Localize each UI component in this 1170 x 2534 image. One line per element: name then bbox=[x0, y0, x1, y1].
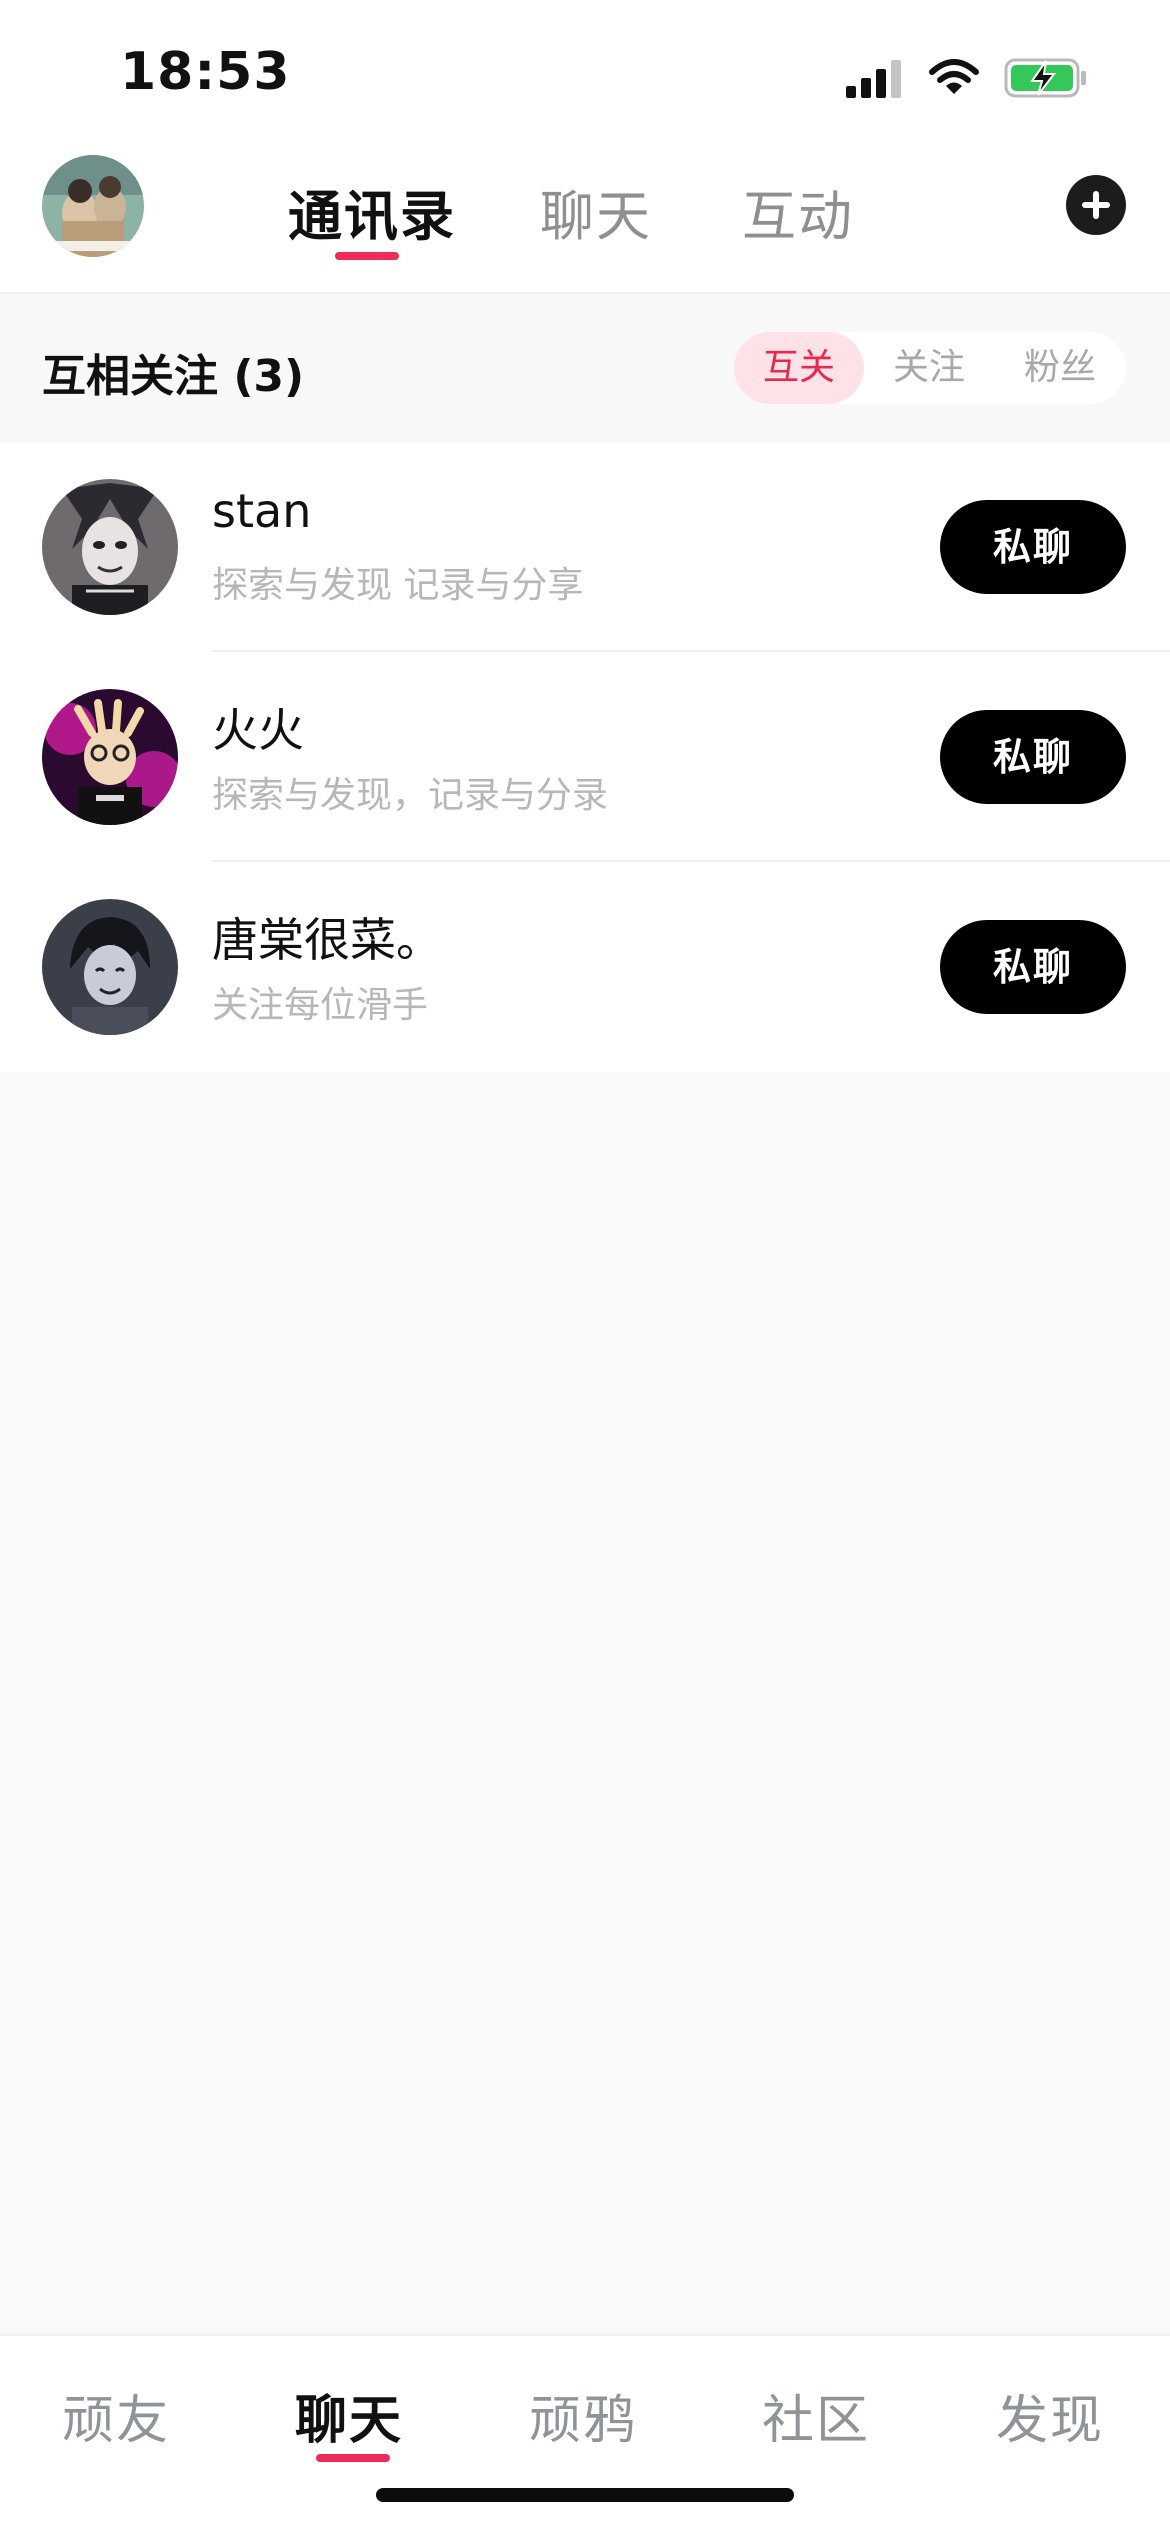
add-button[interactable] bbox=[1066, 175, 1126, 235]
status-time: 18:53 bbox=[120, 42, 291, 102]
nav-graffiti[interactable]: 顽鸦 bbox=[493, 2378, 673, 2453]
tab-contacts[interactable]: 通讯录 bbox=[288, 172, 456, 251]
contact-list: stan 探索与发现 记录与分享 私聊 火火 探索与发现，记录与分录 私聊 唐棠… bbox=[0, 442, 1170, 1072]
nav-chat[interactable]: 聊天 bbox=[259, 2378, 439, 2453]
contact-bio: 探索与发现 记录与分享 bbox=[212, 565, 584, 606]
nav-friends[interactable]: 顽友 bbox=[26, 2378, 206, 2453]
wifi-icon bbox=[929, 59, 979, 94]
segment-following[interactable]: 关注 bbox=[864, 332, 994, 404]
contact-name: 唐棠很菜。 bbox=[212, 913, 442, 967]
tab-chat[interactable]: 聊天 bbox=[540, 172, 652, 251]
my-avatar[interactable] bbox=[42, 155, 144, 257]
nav-community[interactable]: 社区 bbox=[726, 2378, 906, 2453]
contact-bio: 关注每位滑手 bbox=[212, 985, 429, 1026]
filter-segmented-control: 互关 关注 粉丝 bbox=[734, 332, 1126, 404]
filter-row: 互相关注 (3) 互关 关注 粉丝 bbox=[0, 294, 1170, 442]
cellular-signal-icon bbox=[846, 60, 901, 98]
private-chat-button[interactable]: 私聊 bbox=[940, 920, 1126, 1014]
status-bar: 18:53 bbox=[0, 0, 1170, 150]
nav-active-indicator bbox=[316, 2454, 390, 2462]
bottom-tab-bar: 顽友 聊天 顽鸦 社区 发现 bbox=[0, 2334, 1170, 2534]
segment-followers[interactable]: 粉丝 bbox=[994, 332, 1126, 404]
private-chat-button[interactable]: 私聊 bbox=[940, 710, 1126, 804]
avatar[interactable] bbox=[42, 689, 178, 825]
contact-name: stan bbox=[212, 484, 312, 538]
contact-bio: 探索与发现，记录与分录 bbox=[212, 775, 609, 816]
segment-mutual[interactable]: 互关 bbox=[734, 332, 864, 404]
battery-charging-icon bbox=[1004, 58, 1086, 98]
tab-interaction[interactable]: 互动 bbox=[742, 172, 854, 251]
list-item[interactable]: 唐棠很菜。 关注每位滑手 私聊 bbox=[0, 862, 1170, 1072]
contact-name: 火火 bbox=[212, 703, 304, 757]
tab-active-indicator bbox=[335, 252, 399, 260]
list-item[interactable]: stan 探索与发现 记录与分享 私聊 bbox=[0, 442, 1170, 652]
avatar[interactable] bbox=[42, 899, 178, 1035]
status-icons bbox=[846, 56, 1088, 100]
private-chat-button[interactable]: 私聊 bbox=[940, 500, 1126, 594]
avatar[interactable] bbox=[42, 479, 178, 615]
list-item[interactable]: 火火 探索与发现，记录与分录 私聊 bbox=[0, 652, 1170, 862]
home-indicator bbox=[376, 2488, 794, 2502]
top-header: 通讯录 聊天 互动 bbox=[0, 150, 1170, 294]
mutual-follow-title: 互相关注 (3) bbox=[42, 351, 305, 402]
nav-discover[interactable]: 发现 bbox=[960, 2378, 1140, 2453]
plus-icon bbox=[1082, 191, 1110, 219]
